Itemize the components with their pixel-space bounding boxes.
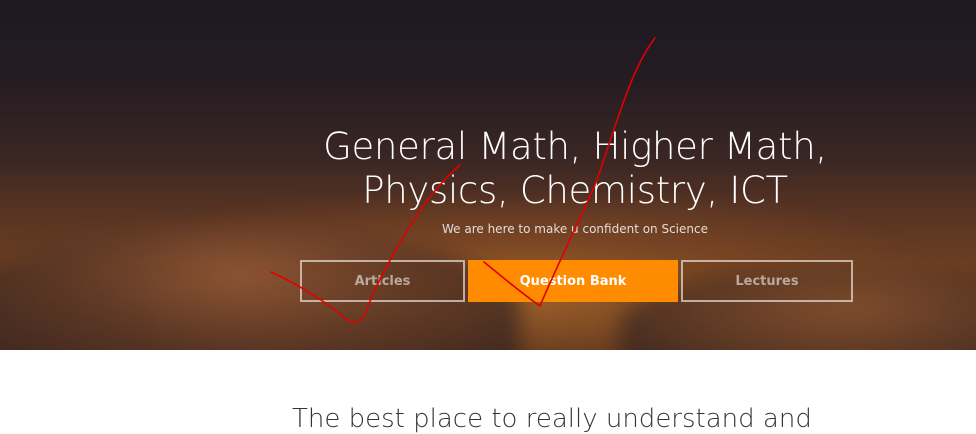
hero-heading-line: Physics, Chemistry, ICT xyxy=(362,169,788,212)
lectures-button[interactable]: Lectures xyxy=(681,260,853,302)
hero-heading-line: General Math, Higher Math, xyxy=(323,125,827,168)
question-bank-button[interactable]: Question Bank xyxy=(468,260,678,302)
hero-banner: General Math, Higher Math, Physics, Chem… xyxy=(0,0,976,350)
hero-heading: General Math, Higher Math, Physics, Chem… xyxy=(300,125,850,213)
hero-subtitle: We are here to make u confident on Scien… xyxy=(442,222,708,236)
section-intro-text: The best place to really understand and xyxy=(292,404,812,434)
articles-button[interactable]: Articles xyxy=(300,260,465,302)
